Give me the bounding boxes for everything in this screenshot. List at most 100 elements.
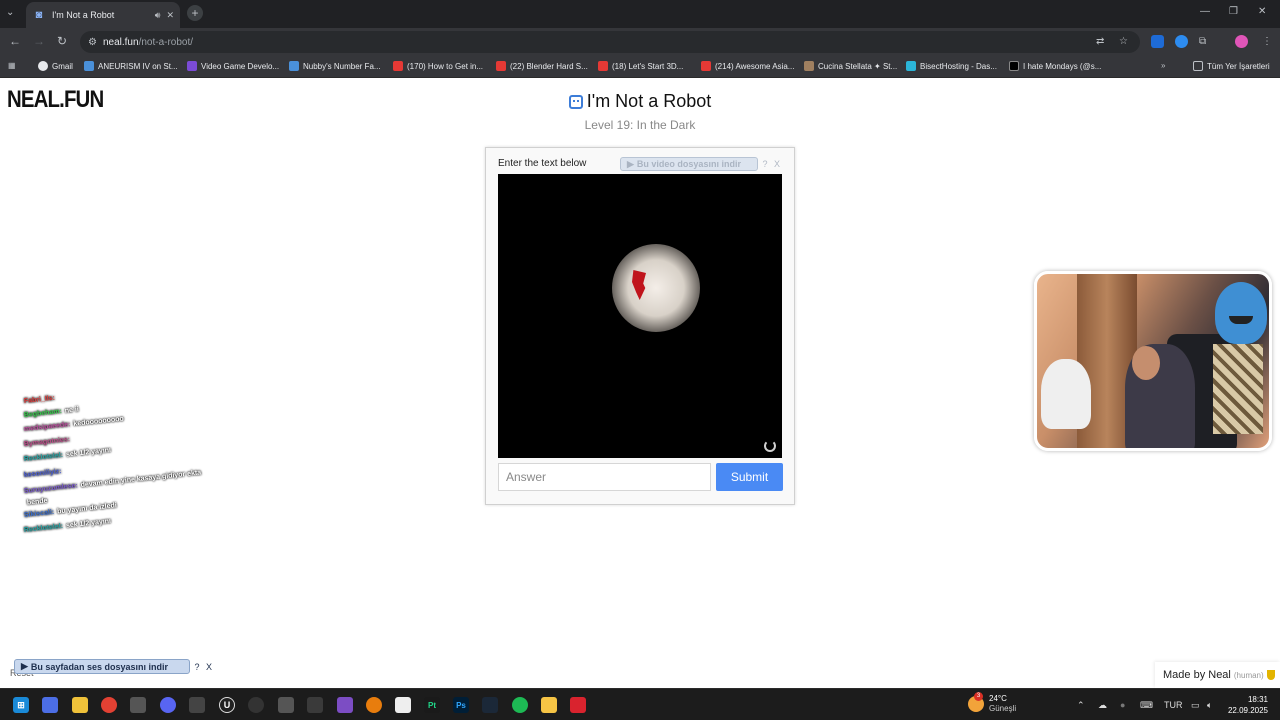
- extension-icon[interactable]: [1151, 35, 1164, 48]
- visual-studio-icon[interactable]: [337, 697, 353, 713]
- video-download-button[interactable]: ▶ Bu video dosyasını indir: [620, 157, 758, 171]
- bookmark-item[interactable]: (18) Let's Start 3D...: [598, 61, 683, 71]
- page-title-text: I'm Not a Robot: [586, 91, 712, 111]
- system-clock[interactable]: 18:31 22.09.2025: [1226, 694, 1268, 716]
- github-icon[interactable]: [248, 697, 264, 713]
- profile-avatar[interactable]: [1235, 35, 1248, 48]
- restore-icon[interactable]: ❐: [1229, 6, 1238, 17]
- site-info-icon[interactable]: ⚙: [88, 37, 97, 48]
- discord-icon[interactable]: [160, 697, 176, 713]
- chat-text: bu yayını da izledi: [56, 502, 118, 516]
- app-icon[interactable]: [541, 697, 557, 713]
- bookmark-item[interactable]: I hate Mondays (@s...: [1009, 61, 1101, 71]
- steam-icon[interactable]: [482, 697, 498, 713]
- made-by-text: Made by Neal: [1163, 669, 1231, 681]
- help-button[interactable]: ?: [760, 159, 770, 169]
- keyboard-icon[interactable]: ⌨: [1140, 700, 1153, 711]
- volume-icon[interactable]: 🔈︎: [1207, 700, 1212, 711]
- extension-icon[interactable]: [1175, 35, 1188, 48]
- submit-button[interactable]: Submit: [716, 463, 783, 491]
- mic-icon[interactable]: ●: [1120, 700, 1125, 710]
- pycharm-icon[interactable]: Pt: [424, 697, 440, 713]
- extensions-puzzle-icon[interactable]: ⧉: [1199, 36, 1206, 47]
- trophy-icon: [1266, 670, 1275, 680]
- bookmark-item[interactable]: (22) Blender Hard S...: [496, 61, 588, 71]
- apps-grid-icon[interactable]: ▦: [8, 61, 16, 70]
- bookmark-item[interactable]: (170) How to Get in...: [393, 61, 483, 71]
- bookmark-item[interactable]: Cucina Stellata ✦ St...: [804, 61, 897, 71]
- chrome-icon[interactable]: [101, 697, 117, 713]
- tab-search-icon[interactable]: ⌄: [6, 7, 14, 18]
- tab-title: I'm Not a Robot: [52, 10, 115, 20]
- unity-icon[interactable]: [307, 697, 323, 713]
- photoshop-icon[interactable]: Ps: [453, 697, 469, 713]
- bookmarks-folder[interactable]: Tüm Yer İşaretleri: [1193, 61, 1270, 71]
- windows-start-icon[interactable]: ⊞: [13, 697, 29, 713]
- tab-close-icon[interactable]: ✕: [166, 10, 174, 21]
- unreal-icon[interactable]: U: [219, 697, 235, 713]
- back-icon[interactable]: ←: [9, 34, 21, 48]
- sound-download-button[interactable]: ▶ Bu sayfadan ses dosyasını indir: [14, 659, 190, 674]
- menu-kebab-icon[interactable]: ⋮: [1262, 36, 1272, 47]
- reload-icon[interactable]: ↻: [57, 34, 67, 48]
- blender-icon[interactable]: [366, 697, 382, 713]
- bookmark-label: I hate Mondays (@s...: [1023, 61, 1102, 71]
- more-bookmarks-icon[interactable]: »: [1161, 61, 1165, 70]
- made-by-note: (human): [1233, 670, 1264, 680]
- network-icon[interactable]: ▭: [1191, 700, 1200, 711]
- captcha-dark-image[interactable]: [498, 174, 782, 458]
- minimize-icon[interactable]: —: [1200, 6, 1210, 17]
- app-icon[interactable]: [395, 697, 411, 713]
- refresh-icon[interactable]: [764, 440, 776, 452]
- page-header: I'm Not a Robot Level 19: In the Dark: [540, 91, 740, 132]
- bookmark-item[interactable]: ANEURISM IV on St...: [84, 61, 178, 71]
- translate-icon[interactable]: ⇄: [1096, 36, 1104, 47]
- bookmark-label: (214) Awesome Asia...: [715, 61, 795, 71]
- captcha-instruction: Enter the text below: [498, 158, 587, 169]
- site-logo[interactable]: NEAL.FUN: [7, 86, 104, 114]
- help-button[interactable]: ?: [192, 662, 202, 672]
- answer-input[interactable]: [498, 463, 711, 491]
- chat-message: Begbeham: ne ii: [24, 406, 80, 419]
- chat-text: [73, 436, 74, 443]
- tray-chevron-icon[interactable]: ⌃: [1077, 700, 1085, 711]
- chat-username: Begbeham:: [23, 408, 63, 419]
- clock-date: 22.09.2025: [1227, 706, 1268, 715]
- app-icon[interactable]: [189, 697, 205, 713]
- chat-username: Bymagotnies:: [23, 436, 71, 448]
- window-close-icon[interactable]: ✕: [1258, 6, 1266, 17]
- bookmark-item[interactable]: (214) Awesome Asia...: [701, 61, 794, 71]
- browser-tab[interactable]: ◙ I'm Not a Robot 🔊︎ ✕: [26, 2, 180, 28]
- weather-widget[interactable]: 3 24°C Güneşli: [968, 692, 1016, 714]
- cloud-icon[interactable]: ☁: [1098, 700, 1107, 711]
- address-bar[interactable]: ⚙ neal.fun/not-a-robot/: [80, 31, 1140, 53]
- bookmark-item[interactable]: Gmail: [38, 61, 73, 71]
- new-tab-button[interactable]: +: [187, 5, 203, 21]
- youtube-icon: [598, 61, 608, 71]
- made-by-badge[interactable]: Made by Neal (human): [1155, 662, 1280, 688]
- bookmark-item[interactable]: Nubby's Number Fa...: [289, 61, 381, 71]
- forward-icon[interactable]: →: [33, 34, 45, 48]
- app-icon[interactable]: [278, 697, 294, 713]
- bookmark-star-icon[interactable]: ☆: [1119, 36, 1128, 47]
- chat-text: ne ii: [64, 406, 80, 415]
- windows-taskbar: ⊞ U Pt Ps 3 24°C Güneşli ⌃ ☁ ● ⌨ TUR ▭ 🔈︎…: [0, 688, 1280, 720]
- bookmark-item[interactable]: Video Game Develo...: [187, 61, 279, 71]
- play-icon: ▶: [21, 661, 28, 671]
- language-indicator[interactable]: TUR: [1164, 700, 1183, 710]
- bookmark-label: (170) How to Get in...: [407, 61, 484, 71]
- audio-playing-icon[interactable]: 🔊︎: [155, 10, 161, 21]
- steam-icon: [84, 61, 94, 71]
- app-icon[interactable]: [130, 697, 146, 713]
- spotify-icon[interactable]: [512, 697, 528, 713]
- file-explorer-icon[interactable]: [72, 697, 88, 713]
- app-icon[interactable]: [570, 697, 586, 713]
- copilot-icon[interactable]: [42, 697, 58, 713]
- close-button[interactable]: X: [204, 662, 214, 672]
- bookmark-item[interactable]: BisectHosting - Das...: [906, 61, 997, 71]
- chat-username: Sikiscali:: [23, 508, 55, 519]
- close-button[interactable]: X: [772, 159, 782, 169]
- url-path: /not-a-robot/: [138, 36, 194, 48]
- sound-download-bar: ▶ Bu sayfadan ses dosyasını indir ? X: [14, 659, 214, 674]
- chat-username: Fabri_Ils:: [23, 394, 56, 405]
